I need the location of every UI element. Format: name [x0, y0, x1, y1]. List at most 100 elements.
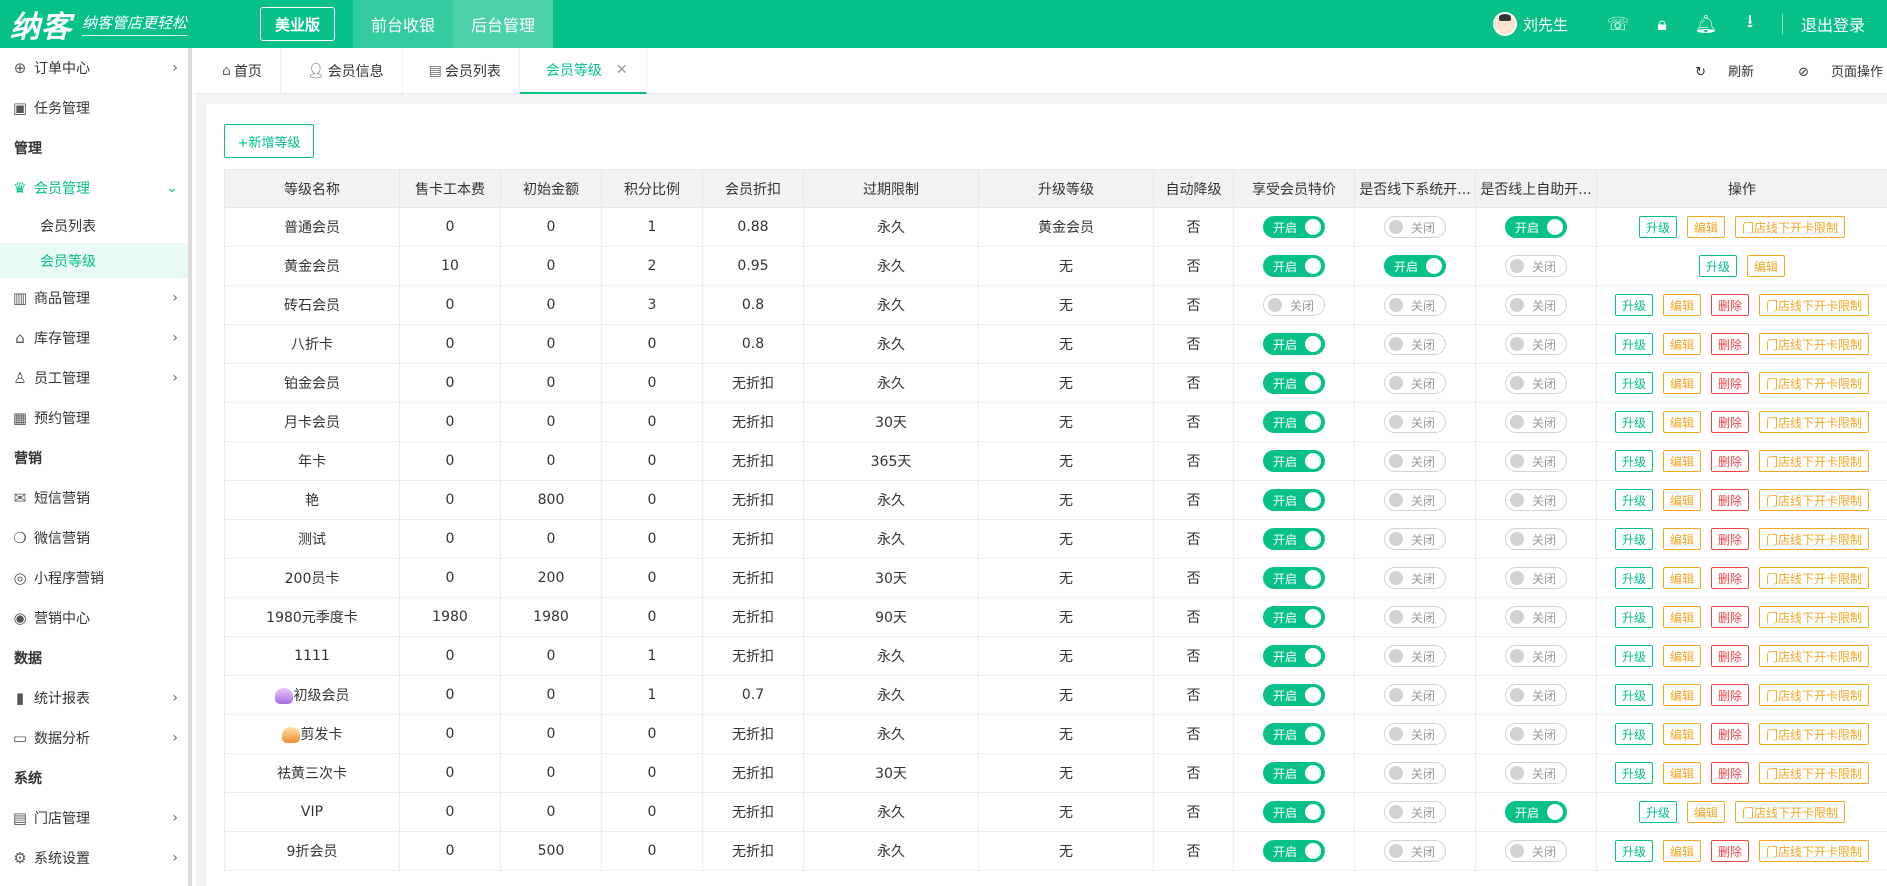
- sidebar-item[interactable]: ✉ 短信营销: [0, 478, 188, 518]
- offline-open-toggle[interactable]: 关闭: [1384, 333, 1446, 355]
- sidebar-subitem[interactable]: 会员等级: [0, 243, 188, 278]
- delete-button[interactable]: 删除: [1711, 606, 1750, 628]
- add-level-button[interactable]: +新增等级: [224, 124, 314, 158]
- member-price-toggle[interactable]: 开启: [1263, 333, 1325, 355]
- offline-card-limit-button[interactable]: 门店线下开卡限制: [1759, 645, 1870, 667]
- bell-icon[interactable]: 🔔︎: [1684, 14, 1728, 35]
- member-price-toggle[interactable]: 开启: [1263, 606, 1325, 628]
- refresh-button[interactable]: ↻ 刷新: [1673, 61, 1754, 80]
- edit-button[interactable]: 编辑: [1662, 528, 1701, 550]
- member-price-toggle[interactable]: 开启: [1263, 801, 1325, 823]
- online-self-open-toggle[interactable]: 关闭: [1505, 528, 1567, 550]
- upgrade-button[interactable]: 升级: [1614, 762, 1653, 784]
- page-ops-button[interactable]: ⊘ 页面操作: [1776, 61, 1883, 80]
- sidebar-item[interactable]: ▣ 任务管理: [0, 88, 188, 128]
- sidebar-item[interactable]: ♛ 会员管理 ⌄: [0, 168, 188, 208]
- delete-button[interactable]: 删除: [1711, 840, 1750, 862]
- offline-card-limit-button[interactable]: 门店线下开卡限制: [1759, 489, 1870, 511]
- upgrade-button[interactable]: 升级: [1614, 723, 1653, 745]
- online-self-open-toggle[interactable]: 关闭: [1505, 723, 1567, 745]
- online-self-open-toggle[interactable]: 关闭: [1505, 450, 1567, 472]
- online-self-open-toggle[interactable]: 关闭: [1505, 411, 1567, 433]
- upgrade-button[interactable]: 升级: [1698, 255, 1737, 277]
- offline-card-limit-button[interactable]: 门店线下开卡限制: [1759, 372, 1870, 394]
- online-self-open-toggle[interactable]: 关闭: [1505, 294, 1567, 316]
- delete-button[interactable]: 删除: [1711, 489, 1750, 511]
- upgrade-button[interactable]: 升级: [1614, 450, 1653, 472]
- edit-button[interactable]: 编辑: [1662, 372, 1701, 394]
- delete-button[interactable]: 删除: [1711, 372, 1750, 394]
- offline-open-toggle[interactable]: 开启: [1384, 255, 1446, 277]
- logo[interactable]: 纳客 纳客管店更轻松: [0, 2, 240, 46]
- member-price-toggle[interactable]: 开启: [1263, 645, 1325, 667]
- sidebar-item[interactable]: ♙ 员工管理 ›: [0, 358, 188, 398]
- offline-card-limit-button[interactable]: 门店线下开卡限制: [1759, 723, 1870, 745]
- edit-button[interactable]: 编辑: [1662, 333, 1701, 355]
- offline-card-limit-button[interactable]: 门店线下开卡限制: [1735, 801, 1846, 823]
- top-tab-backend-management[interactable]: 后台管理: [453, 0, 554, 48]
- edit-button[interactable]: 编辑: [1747, 255, 1786, 277]
- edit-button[interactable]: 编辑: [1662, 723, 1701, 745]
- sidebar-item[interactable]: ⌂ 库存管理 ›: [0, 318, 188, 358]
- sidebar-subitem[interactable]: 会员列表: [0, 208, 188, 243]
- upgrade-button[interactable]: 升级: [1614, 372, 1653, 394]
- offline-card-limit-button[interactable]: 门店线下开卡限制: [1759, 294, 1870, 316]
- offline-open-toggle[interactable]: 关闭: [1384, 645, 1446, 667]
- delete-button[interactable]: 删除: [1711, 567, 1750, 589]
- upgrade-button[interactable]: 升级: [1614, 489, 1653, 511]
- sidebar-item[interactable]: ❍ 微信营销: [0, 518, 188, 558]
- member-price-toggle[interactable]: 开启: [1263, 567, 1325, 589]
- edit-button[interactable]: 编辑: [1662, 684, 1701, 706]
- offline-open-toggle[interactable]: 关闭: [1384, 450, 1446, 472]
- edit-button[interactable]: 编辑: [1686, 216, 1725, 238]
- edit-button[interactable]: 编辑: [1662, 411, 1701, 433]
- user-name[interactable]: 刘先生: [1523, 14, 1568, 35]
- offline-card-limit-button[interactable]: 门店线下开卡限制: [1759, 840, 1870, 862]
- delete-button[interactable]: 删除: [1711, 723, 1750, 745]
- upgrade-button[interactable]: 升级: [1614, 294, 1653, 316]
- online-self-open-toggle[interactable]: 关闭: [1505, 567, 1567, 589]
- lock-icon[interactable]: 🔒︎: [1640, 14, 1684, 35]
- offline-open-toggle[interactable]: 关闭: [1384, 606, 1446, 628]
- offline-card-limit-button[interactable]: 门店线下开卡限制: [1759, 333, 1870, 355]
- offline-card-limit-button[interactable]: 门店线下开卡限制: [1759, 411, 1870, 433]
- tab-member-list[interactable]: ▤ 会员列表: [403, 47, 520, 94]
- edit-button[interactable]: 编辑: [1662, 489, 1701, 511]
- upgrade-button[interactable]: 升级: [1614, 645, 1653, 667]
- online-self-open-toggle[interactable]: 开启: [1505, 216, 1567, 238]
- online-self-open-toggle[interactable]: 关闭: [1505, 684, 1567, 706]
- offline-open-toggle[interactable]: 关闭: [1384, 528, 1446, 550]
- upgrade-button[interactable]: 升级: [1614, 684, 1653, 706]
- offline-open-toggle[interactable]: 关闭: [1384, 723, 1446, 745]
- delete-button[interactable]: 删除: [1711, 411, 1750, 433]
- offline-open-toggle[interactable]: 关闭: [1384, 801, 1446, 823]
- offline-card-limit-button[interactable]: 门店线下开卡限制: [1759, 567, 1870, 589]
- offline-card-limit-button[interactable]: 门店线下开卡限制: [1759, 528, 1870, 550]
- member-price-toggle[interactable]: 开启: [1263, 489, 1325, 511]
- delete-button[interactable]: 删除: [1711, 762, 1750, 784]
- tab-home[interactable]: ⌂ 首页: [196, 47, 281, 94]
- edit-button[interactable]: 编辑: [1662, 567, 1701, 589]
- offline-open-toggle[interactable]: 关闭: [1384, 567, 1446, 589]
- online-self-open-toggle[interactable]: 关闭: [1505, 333, 1567, 355]
- user-avatar[interactable]: [1492, 12, 1517, 36]
- upgrade-button[interactable]: 升级: [1614, 606, 1653, 628]
- online-self-open-toggle[interactable]: 关闭: [1505, 762, 1567, 784]
- member-price-toggle[interactable]: 开启: [1263, 840, 1325, 862]
- offline-open-toggle[interactable]: 关闭: [1384, 294, 1446, 316]
- member-price-toggle[interactable]: 开启: [1263, 255, 1325, 277]
- online-self-open-toggle[interactable]: 关闭: [1505, 840, 1567, 862]
- online-self-open-toggle[interactable]: 关闭: [1505, 645, 1567, 667]
- offline-card-limit-button[interactable]: 门店线下开卡限制: [1759, 450, 1870, 472]
- edition-button[interactable]: 美业版: [260, 7, 336, 41]
- tab-member-level[interactable]: 会员等级 ✕: [519, 47, 647, 94]
- edit-button[interactable]: 编辑: [1662, 450, 1701, 472]
- sidebar-item[interactable]: ▭ 数据分析 ›: [0, 718, 188, 758]
- delete-button[interactable]: 删除: [1711, 333, 1750, 355]
- online-self-open-toggle[interactable]: 关闭: [1505, 372, 1567, 394]
- online-self-open-toggle[interactable]: 开启: [1505, 801, 1567, 823]
- upgrade-button[interactable]: 升级: [1614, 840, 1653, 862]
- sidebar-item[interactable]: ⊕ 订单中心 ›: [0, 48, 188, 88]
- member-price-toggle[interactable]: 开启: [1263, 723, 1325, 745]
- delete-button[interactable]: 删除: [1711, 294, 1750, 316]
